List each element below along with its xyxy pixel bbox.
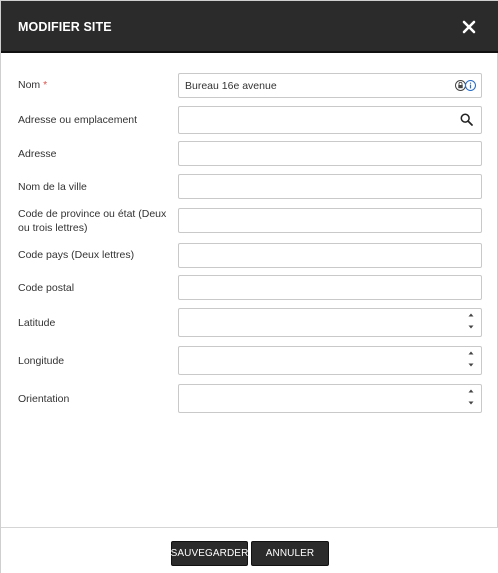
dialog-header: MODIFIER SITE bbox=[1, 1, 498, 53]
info-icon[interactable] bbox=[465, 80, 476, 91]
code-pays-label: Code pays (Deux lettres) bbox=[18, 249, 135, 261]
dialog-title: MODIFIER SITE bbox=[18, 20, 112, 34]
longitude-label: Longitude bbox=[18, 355, 65, 367]
longitude-input[interactable] bbox=[178, 346, 482, 375]
cancel-button[interactable]: ANNULER bbox=[251, 541, 329, 566]
spinner-up-icon[interactable] bbox=[466, 310, 476, 320]
ville-input[interactable] bbox=[178, 174, 482, 199]
edit-site-dialog: MODIFIER SITE Nom * Adresse ou emplaceme… bbox=[0, 0, 498, 573]
code-province-input[interactable] bbox=[178, 208, 482, 233]
save-button[interactable]: SAUVEGARDER bbox=[171, 541, 248, 566]
adresse-label: Adresse bbox=[18, 148, 57, 160]
required-marker: * bbox=[43, 79, 48, 91]
code-province-label: Code de province ou état (Deux ou trois … bbox=[18, 208, 167, 234]
code-pays-input[interactable] bbox=[178, 243, 482, 268]
spinner-up-icon[interactable] bbox=[466, 348, 476, 358]
latitude-input[interactable] bbox=[178, 308, 482, 337]
ville-label: Nom de la ville bbox=[18, 181, 87, 193]
close-button[interactable] bbox=[459, 17, 479, 37]
adresse-ou-emplacement-input[interactable] bbox=[178, 106, 482, 134]
code-postal-input[interactable] bbox=[178, 275, 482, 300]
spinner-down-icon[interactable] bbox=[466, 398, 476, 408]
close-icon[interactable] bbox=[459, 17, 479, 37]
spinner-up-icon[interactable] bbox=[466, 386, 476, 396]
orientation-input[interactable] bbox=[178, 384, 482, 413]
orientation-label: Orientation bbox=[18, 393, 70, 405]
search-icon[interactable] bbox=[460, 113, 473, 126]
spinner-down-icon[interactable] bbox=[466, 322, 476, 332]
adresse-input[interactable] bbox=[178, 141, 482, 166]
code-postal-label: Code postal bbox=[18, 282, 75, 294]
adresse-ou-emplacement-label: Adresse ou emplacement bbox=[18, 114, 138, 126]
dialog-footer: SAUVEGARDER ANNULER bbox=[1, 527, 498, 573]
spinner-down-icon[interactable] bbox=[466, 360, 476, 370]
nom-input[interactable] bbox=[178, 73, 482, 98]
latitude-label: Latitude bbox=[18, 317, 56, 329]
nom-label: Nom * bbox=[18, 79, 48, 91]
